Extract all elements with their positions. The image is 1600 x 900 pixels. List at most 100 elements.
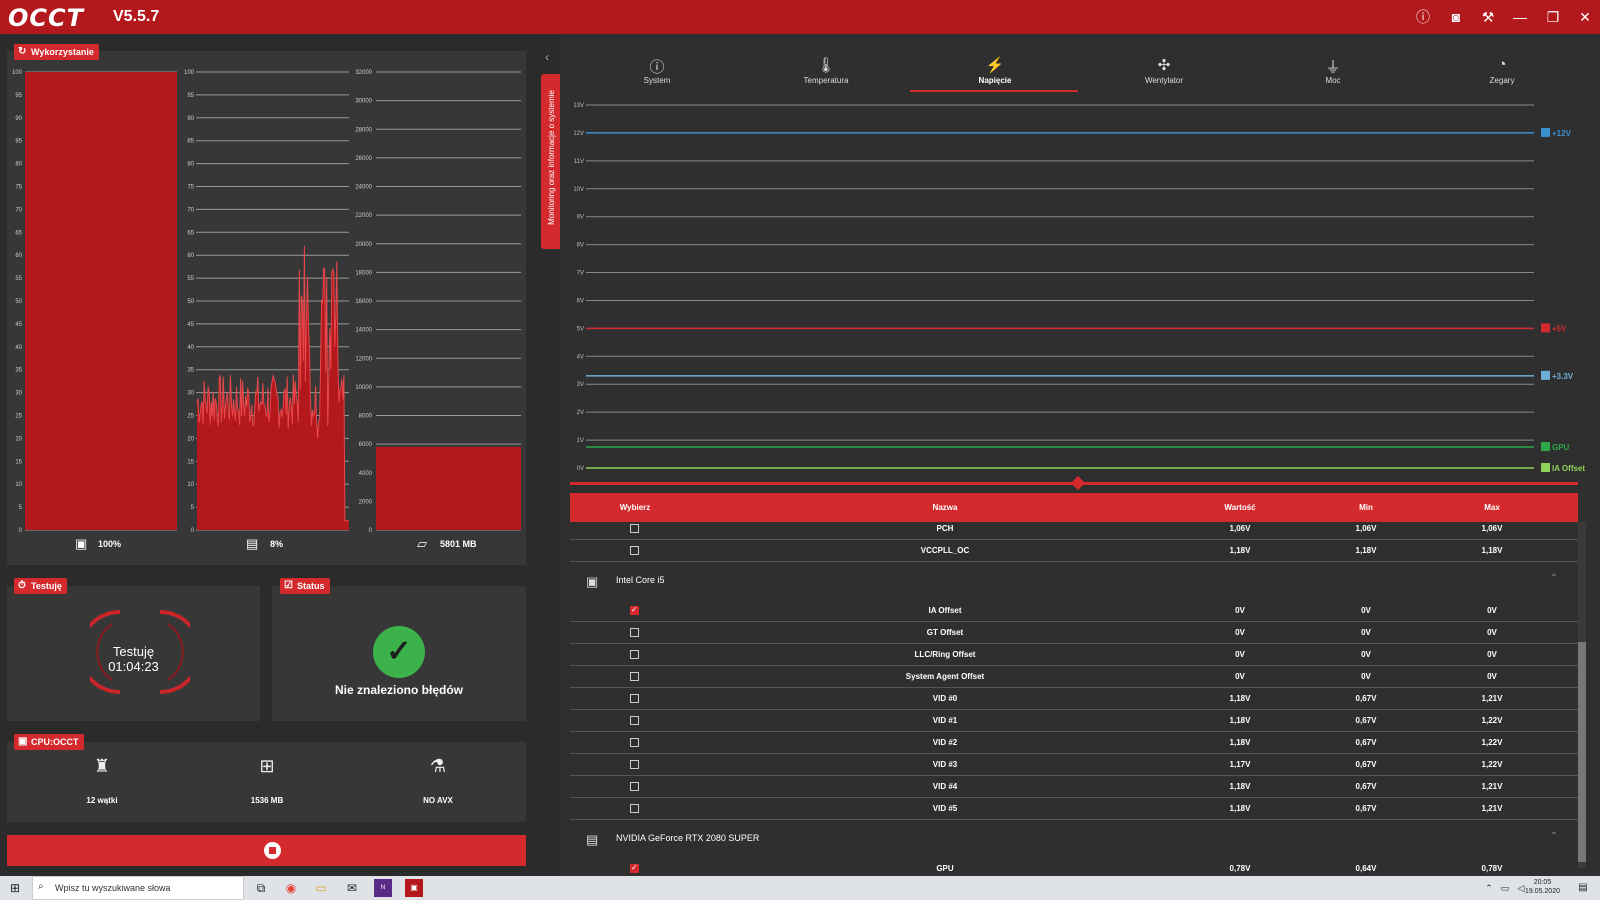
ram-tick-label: 24000 [355, 185, 372, 191]
gpu-tick-label: 85 [187, 139, 194, 145]
select-checkbox[interactable] [630, 546, 639, 555]
status-badge-label: Status [297, 581, 325, 591]
stopwatch-icon: ⏱ [18, 580, 26, 591]
info-icon: ⓘ [649, 59, 665, 76]
taskbar-clock[interactable]: 20:05 19.05.2020 [1525, 878, 1560, 896]
sensor-min: 0,67V [1355, 716, 1377, 725]
cpu-tick-label: 20 [15, 436, 22, 442]
select-checkbox[interactable] [630, 804, 639, 813]
status-message: Nie znaleziono błędów [334, 683, 463, 697]
ram-usage-bar [376, 446, 521, 530]
test-label: Testuję [112, 644, 155, 659]
tab-temperatura[interactable]: 🌡 Temperatura [742, 56, 910, 85]
notification-icon[interactable]: ▤ [1574, 879, 1592, 897]
stop-test-button[interactable] [7, 835, 526, 866]
ram-tick-label: 32000 [355, 70, 372, 76]
info-icon[interactable]: ⓘ [1413, 7, 1433, 27]
select-checkbox[interactable] [630, 760, 639, 769]
plug-icon: ⏚ [1325, 59, 1341, 76]
mail-icon[interactable]: ✉ [343, 879, 361, 897]
sensor-name: LLC/Ring Offset [914, 650, 976, 659]
fan-icon: ✣ [1157, 57, 1171, 74]
cpu-icon: ▣ [75, 536, 88, 551]
active-tab-underline [910, 90, 1078, 92]
table-scrollbar[interactable] [1578, 522, 1586, 868]
camera-icon[interactable]: ◙ [1446, 7, 1466, 27]
mode-value: NO AVX [423, 796, 453, 805]
select-checkbox[interactable] [630, 628, 639, 637]
threads-icon: ♜ [93, 756, 111, 776]
gpu-tick-label: 5 [191, 505, 195, 511]
sensor-name: GT Offset [926, 628, 964, 637]
cpu-usage-value: 100% [98, 539, 122, 549]
ram-usage-value: 5801 MB [440, 539, 477, 549]
sensor-name: IA Offset [928, 606, 962, 615]
wrench-icon[interactable]: ⚒ [1478, 7, 1498, 27]
sensor-value: 1,18V [1229, 738, 1251, 747]
restore-icon[interactable]: ❐ [1543, 7, 1563, 27]
minimize-icon[interactable]: — [1510, 7, 1530, 27]
select-checkbox[interactable] [630, 738, 639, 747]
tab-napięcie[interactable]: ⚡ Napięcie [911, 56, 1079, 85]
threads-value: 12 wątki [86, 796, 118, 805]
tab-wentylator[interactable]: ✣ Wentylator [1080, 56, 1248, 85]
group-header-nvidia-gpu[interactable]: ▤ NVIDIA GeForce RTX 2080 SUPER ⌃ [570, 821, 1578, 857]
occt-app-icon[interactable]: ▣ [405, 879, 423, 897]
sensor-min: 0,67V [1355, 782, 1377, 791]
group-header-intel-core-i5[interactable]: ▣ Intel Core i5 ⌃ [570, 563, 1578, 599]
collapse-left-arrow-icon[interactable]: ‹ [545, 50, 549, 64]
file-explorer-icon[interactable]: ▭ [312, 879, 330, 897]
test-timer: 01:04:23 [108, 659, 159, 674]
tab-moc[interactable]: ⏚ Moc [1249, 56, 1417, 85]
ram-tick-label: 8000 [359, 414, 373, 420]
table-row: VID #1 1,18V 0,67V 1,22V [570, 710, 1578, 732]
chevron-up-icon[interactable]: ⌃ [1550, 831, 1558, 842]
group-label: Intel Core i5 [616, 575, 665, 585]
select-checkbox[interactable] [630, 694, 639, 703]
nzxt-app-icon[interactable]: N [374, 879, 392, 897]
tab-label: Zegary [1489, 76, 1515, 85]
ram-tick-label: 22000 [355, 213, 372, 219]
chrome-icon[interactable]: ◉ [282, 879, 300, 897]
select-checkbox[interactable] [630, 650, 639, 659]
task-view-icon[interactable]: ⧉ [252, 879, 270, 897]
ram-tick-label: 26000 [355, 156, 372, 162]
clock-date: 19.05.2020 [1524, 888, 1560, 895]
table-row: VID #3 1,17V 0,67V 1,22V [570, 754, 1578, 776]
cpu-tick-label: 90 [15, 116, 22, 122]
windows-start-icon[interactable]: ⊞ [6, 879, 24, 897]
taskbar-search[interactable]: ⌕ Wpisz tu wyszukiwane słowa [32, 876, 244, 900]
sensor-max: 1,21V [1481, 782, 1503, 791]
ram-tick-label: 4000 [359, 471, 373, 477]
gpu-tick-label: 90 [187, 116, 194, 122]
select-checkbox[interactable] [630, 716, 639, 725]
sensor-value: 1,17V [1229, 760, 1251, 769]
success-check-icon: ✓ [373, 626, 425, 678]
cpu-tick-label: 30 [15, 391, 22, 397]
select-checkbox[interactable] [630, 524, 639, 533]
tab-system[interactable]: ⓘ System [573, 56, 741, 85]
select-checkbox[interactable] [630, 605, 639, 615]
stop-icon [264, 842, 281, 859]
sensor-min: 0V [1361, 606, 1371, 615]
select-checkbox[interactable] [630, 863, 639, 873]
select-checkbox[interactable] [630, 782, 639, 791]
chevron-up-icon[interactable]: ⌃ [1550, 573, 1558, 584]
close-icon[interactable]: ✕ [1575, 7, 1595, 27]
tab-label: Wentylator [1144, 76, 1184, 85]
cpu-tick-label: 55 [15, 276, 22, 282]
tab-label: System [643, 76, 671, 85]
tab-zegary[interactable]: ◔ Zegary [1418, 56, 1586, 85]
sensor-max: 1,22V [1481, 716, 1503, 725]
cpu-usage-bar [25, 72, 177, 530]
ram-tick-label: 0 [369, 528, 373, 534]
select-checkbox[interactable] [630, 672, 639, 681]
sensor-value: 1,18V [1229, 546, 1251, 555]
cpu-tick-label: 5 [19, 505, 23, 511]
header-select: Wybierz [619, 503, 651, 512]
tab-label: Moc [1325, 76, 1341, 85]
table-scroll-thumb[interactable] [1578, 642, 1586, 862]
sensor-max: 0,78V [1481, 864, 1503, 873]
gauge-icon: ◔ [1497, 56, 1507, 73]
sensor-value: 1,18V [1229, 804, 1251, 813]
